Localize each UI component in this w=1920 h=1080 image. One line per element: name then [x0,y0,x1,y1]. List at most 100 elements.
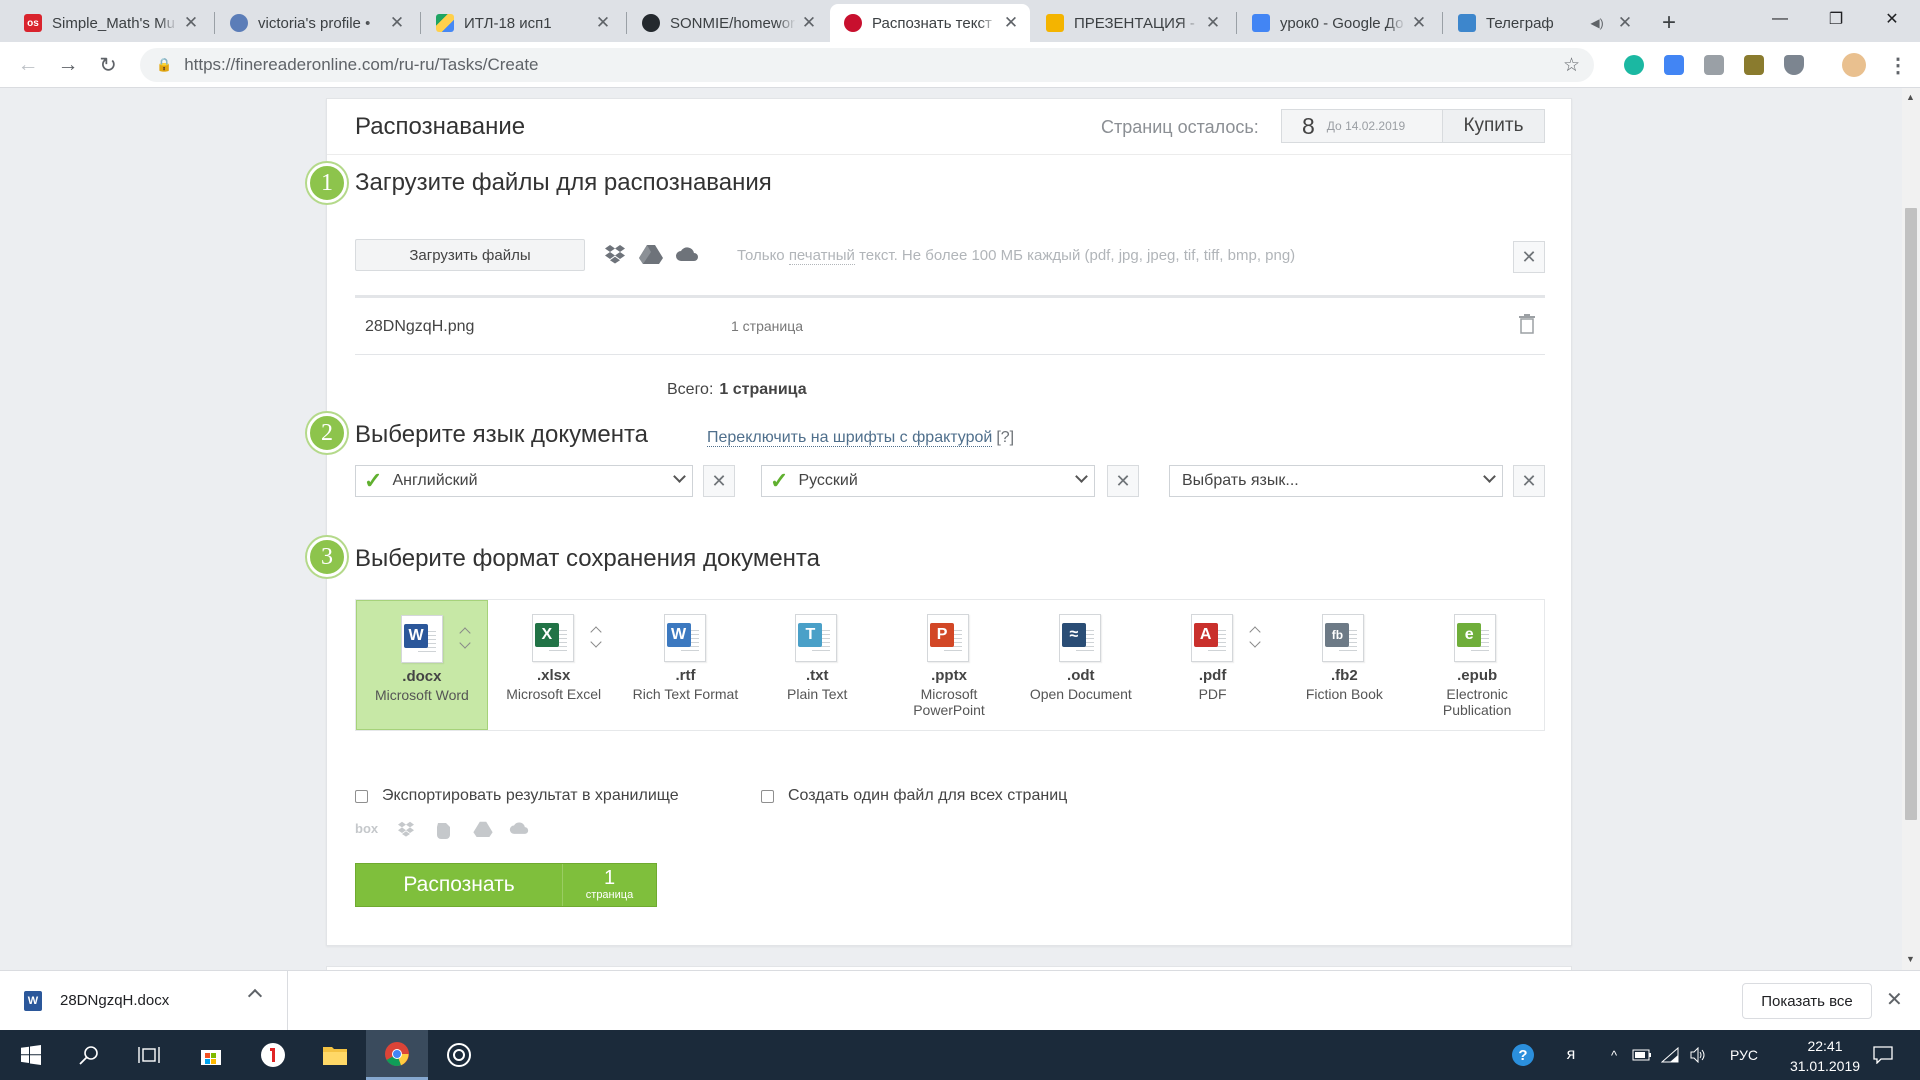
format-fb2[interactable]: fb .fb2 Fiction Book [1278,600,1410,730]
close-tab-icon[interactable]: ✕ [388,13,406,32]
windows-start-icon[interactable] [0,1030,62,1080]
file-explorer-icon[interactable] [304,1030,366,1080]
evernote-icon[interactable] [435,821,451,839]
wifi-icon[interactable] [1658,1030,1682,1080]
reload-button[interactable]: ↻ [92,49,124,81]
google-drive-icon[interactable] [473,821,493,837]
address-bar[interactable]: 🔒 https://finereaderonline.com/ru-ru/Tas… [140,48,1594,82]
buy-button[interactable]: Купить [1443,109,1545,143]
close-tab-icon[interactable]: ✕ [1002,13,1020,32]
extension-m-icon[interactable] [1624,55,1644,75]
format-pptx[interactable]: P .pptx Microsoft PowerPoint [883,600,1015,730]
format-rtf[interactable]: W .rtf Rich Text Format [620,600,752,730]
close-window-button[interactable]: ✕ [1864,0,1920,38]
language-select-1[interactable]: ✓ Английский [355,465,693,497]
fraktur-help[interactable]: [?] [996,429,1014,446]
back-button[interactable]: ← [12,49,44,81]
format-odt[interactable]: ≈ .odt Open Document [1015,600,1147,730]
show-hidden-icons[interactable]: ^ [1604,1030,1624,1080]
onedrive-icon[interactable] [675,243,699,265]
format-options-icon[interactable] [1249,626,1259,648]
clear-files-button[interactable]: ✕ [1513,241,1545,273]
box-icon[interactable]: box [355,821,378,836]
remove-language-3-button[interactable]: ✕ [1513,465,1545,497]
forward-button[interactable]: → [52,49,84,81]
step-1-title: Загрузите файлы для распознавания [355,169,772,196]
extension-plant-icon[interactable] [1744,55,1764,75]
language-select-3[interactable]: Выбрать язык... [1169,465,1503,497]
scroll-down-icon[interactable]: ▼ [1906,954,1915,964]
tab-google-docs[interactable]: урок0 - Google До ✕ [1238,4,1438,42]
search-icon[interactable] [58,1030,120,1080]
extension-os-icon[interactable] [1704,55,1724,75]
download-item[interactable]: W 28DNgzqH.docx [0,971,288,1030]
lock-icon[interactable]: 🔒 [156,57,172,73]
maximize-button[interactable]: ❐ [1808,0,1864,38]
format-txt[interactable]: T .txt Plain Text [751,600,883,730]
chrome-taskbar-icon[interactable] [366,1030,428,1080]
bookmark-star-icon[interactable]: ☆ [1563,54,1580,77]
printed-text-link[interactable]: печатный [788,247,855,265]
close-tab-icon[interactable]: ✕ [182,13,200,32]
tab-itl-18[interactable]: ИТЛ-18 исп1 ✕ [422,4,622,42]
close-tab-icon[interactable]: ✕ [800,13,818,32]
format-options-icon[interactable] [590,626,600,648]
tab-simple-math[interactable]: os Simple_Math's Mu ✕ [10,4,210,42]
audio-icon[interactable]: ◀) [1588,14,1606,32]
tab-presentation[interactable]: ПРЕЗЕНТАЦИЯ - ✕ [1032,4,1232,42]
scrollbar-thumb[interactable] [1905,208,1917,820]
format-xlsx[interactable]: X .xlsx Microsoft Excel [488,600,620,730]
battery-icon[interactable] [1630,1030,1654,1080]
google-translate-icon[interactable] [1664,55,1684,75]
page-scrollbar[interactable]: ▲ ▼ [1902,88,1920,970]
close-tab-icon[interactable]: ✕ [1410,13,1428,32]
close-tab-icon[interactable]: ✕ [594,13,612,32]
format-docx[interactable]: W .docx Microsoft Word [356,600,488,730]
system-clock[interactable]: 22:41 31.01.2019 [1780,1036,1870,1076]
remove-language-1-button[interactable]: ✕ [703,465,735,497]
yandex-browser-icon[interactable] [242,1030,304,1080]
single-file-option[interactable]: Создать один файл для всех страниц [761,787,1067,805]
help-icon[interactable]: ? [1506,1030,1540,1080]
show-all-downloads-button[interactable]: Показать все [1742,983,1872,1019]
export-storage-option[interactable]: Экспортировать результат в хранилище [355,787,679,805]
menu-icon[interactable]: ⋮ [1888,53,1908,78]
task-view-icon[interactable] [118,1030,180,1080]
upload-hint-prefix: Только [737,247,789,264]
scroll-up-icon[interactable]: ▲ [1906,92,1915,102]
google-drive-icon[interactable] [639,243,663,265]
format-pdf[interactable]: A .pdf PDF [1147,600,1279,730]
onedrive-icon[interactable] [509,821,529,835]
tab-finereader[interactable]: Распознать текст ✕ [830,4,1030,42]
upload-files-button[interactable]: Загрузить файлы [355,239,585,271]
avatar[interactable] [1842,53,1866,77]
input-language[interactable]: РУС [1716,1030,1772,1080]
dropbox-icon[interactable] [397,821,415,837]
shield-icon[interactable] [1784,55,1804,75]
trash-icon[interactable] [1519,314,1535,334]
fraktur-link[interactable]: Переключить на шрифты с фрактурой [707,429,993,447]
recognize-button[interactable]: Распознать 1 страница [355,863,657,907]
chevron-up-icon[interactable] [247,988,263,1004]
close-tab-icon[interactable]: ✕ [1616,13,1634,32]
notifications-icon[interactable] [1868,1030,1898,1080]
dropbox-icon[interactable] [603,243,627,265]
minimize-button[interactable]: — [1752,0,1808,38]
format-options-icon[interactable] [459,627,469,649]
close-tab-icon[interactable]: ✕ [1204,13,1222,32]
language-select-2[interactable]: ✓ Русский [761,465,1095,497]
remove-language-2-button[interactable]: ✕ [1107,465,1139,497]
volume-icon[interactable] [1686,1030,1710,1080]
check-icon: ✓ [364,468,383,493]
format-epub[interactable]: e .epub Electronic Publication [1410,600,1544,730]
store-icon[interactable] [180,1030,242,1080]
tab-victoria-profile[interactable]: victoria's profile • ✕ [216,4,416,42]
single-file-checkbox[interactable] [761,789,774,803]
people-icon[interactable]: ᴙ [1558,1030,1584,1080]
close-download-bar-icon[interactable]: ✕ [1886,987,1903,1012]
export-storage-checkbox[interactable] [355,789,368,803]
tab-github[interactable]: SONMIE/homewor ✕ [628,4,828,42]
obs-icon[interactable] [428,1030,490,1080]
new-tab-button[interactable]: + [1654,8,1684,38]
tab-telegraph[interactable]: Телеграф ◀) ✕ [1444,4,1644,42]
